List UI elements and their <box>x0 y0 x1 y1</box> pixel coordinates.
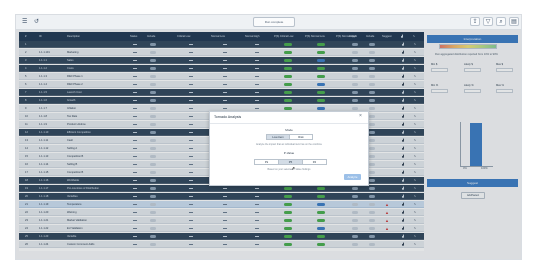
pvalue-hint: Based on your selected P-Value findings <box>267 168 311 171</box>
analyze-button[interactable]: Analyze <box>344 174 361 180</box>
pvalue-option-pd[interactable]: Pd <box>302 159 327 165</box>
filter-icon[interactable]: ▽ <box>483 17 493 26</box>
tornado-analysis-dialog: Tornado Analysis × Mode Low-Item Risk An… <box>209 111 369 186</box>
toolbar: ☰ ↺ Run complete ⇪ ▽ ⌕ ▤ <box>16 15 521 30</box>
app-window: ☰ ↺ Run complete ⇪ ▽ ⌕ ▤ # ID Descriptio… <box>15 14 522 260</box>
export-icon[interactable]: ⇪ <box>470 17 480 26</box>
pvalue-label: P-Value <box>283 151 295 155</box>
mode-label: Mode <box>285 128 293 132</box>
run-status-badge: Run complete <box>253 17 295 27</box>
dialog-divider <box>210 123 368 124</box>
mode-option-low-item[interactable]: Low-Item <box>266 134 290 140</box>
dialog-title: Tornado Analysis <box>214 115 242 119</box>
mouse-pointer-icon: ➚ <box>291 166 296 172</box>
pvalue-option-pk[interactable]: Pk <box>254 159 279 165</box>
pvalue-option-p5[interactable]: P5 <box>278 159 303 165</box>
mode-option-risk[interactable]: Risk <box>289 134 313 140</box>
search-icon[interactable]: ⌕ <box>496 17 506 26</box>
mode-hint: Analyze the impact that an individual it… <box>255 143 323 146</box>
menu-icon[interactable]: ☰ <box>22 18 27 26</box>
close-icon[interactable]: × <box>359 113 362 119</box>
print-icon[interactable]: ▤ <box>509 17 519 26</box>
back-icon[interactable]: ↺ <box>34 18 39 26</box>
